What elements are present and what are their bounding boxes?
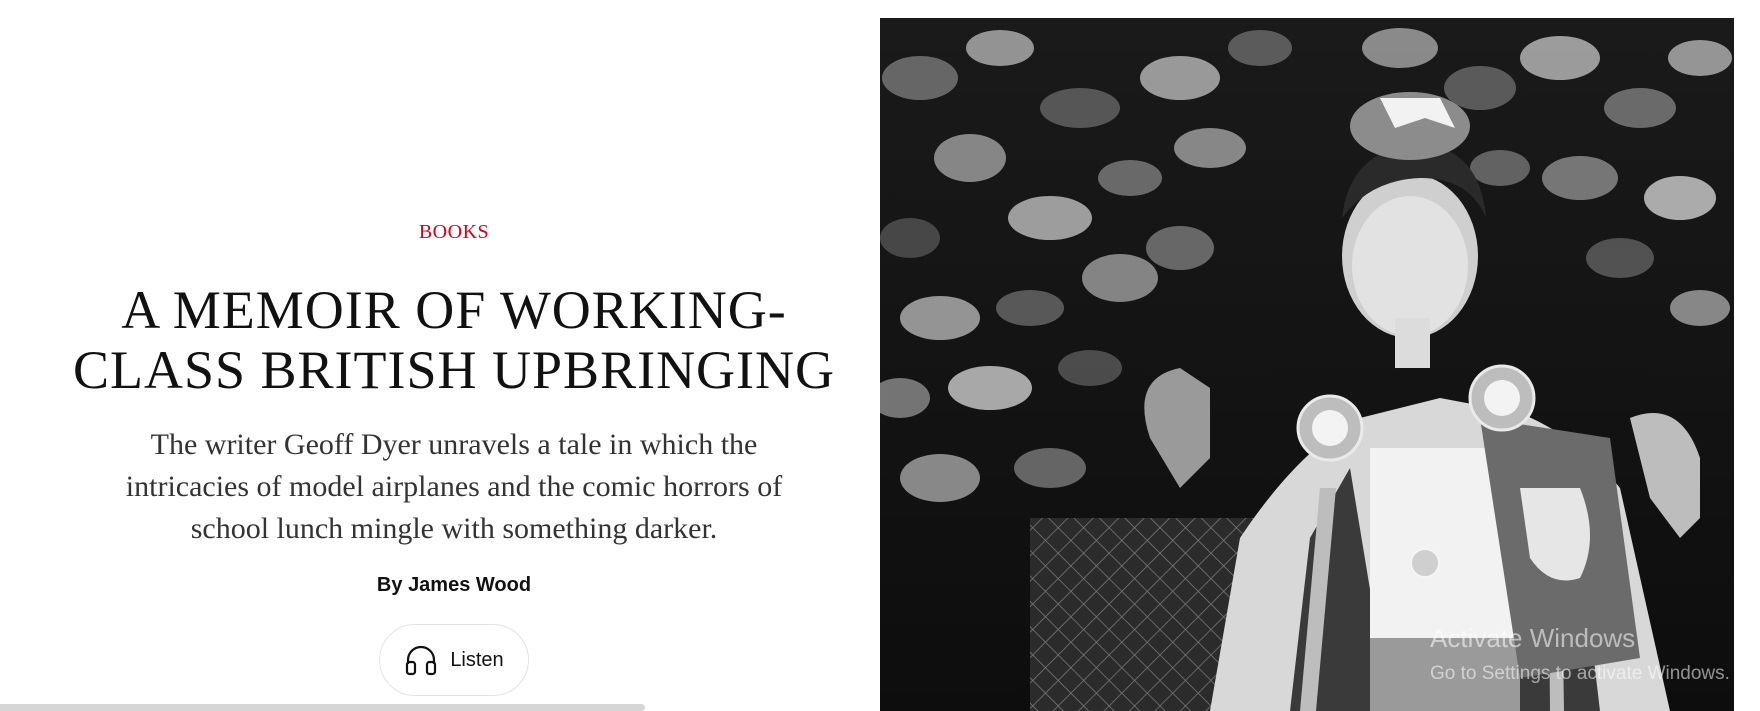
dek-line-1: The writer Geoff Dyer unravels a tale in…	[150, 428, 758, 461]
byline: By James Wood	[0, 574, 908, 597]
dek-line-2: intricacies of model airplanes and the c…	[125, 470, 783, 503]
section-rubric-link[interactable]: BOOKS	[0, 221, 908, 244]
dek-line-3: school lunch mingle with something darke…	[190, 512, 718, 545]
headline-line-2: CLASS BRITISH UPBRINGING	[72, 340, 836, 400]
article-headline: A MEMOIR OF WORKING- CLASS BRITISH UPBRI…	[0, 280, 908, 400]
article-header-page: BOOKS A MEMOIR OF WORKING- CLASS BRITISH…	[0, 0, 1760, 711]
listen-button[interactable]: Listen	[379, 624, 529, 696]
article-dek: The writer Geoff Dyer unravels a tale in…	[0, 424, 908, 550]
listen-label: Listen	[450, 648, 504, 671]
headline-line-1: A MEMOIR OF WORKING-	[121, 280, 787, 340]
headphones-icon	[404, 644, 438, 676]
article-hero-text: BOOKS A MEMOIR OF WORKING- CLASS BRITISH…	[0, 0, 880, 711]
horizontal-scrollbar[interactable]	[0, 704, 645, 711]
article-hero-photo	[880, 18, 1734, 711]
author-link[interactable]: James Wood	[408, 574, 531, 596]
byline-prefix: By	[376, 574, 403, 596]
